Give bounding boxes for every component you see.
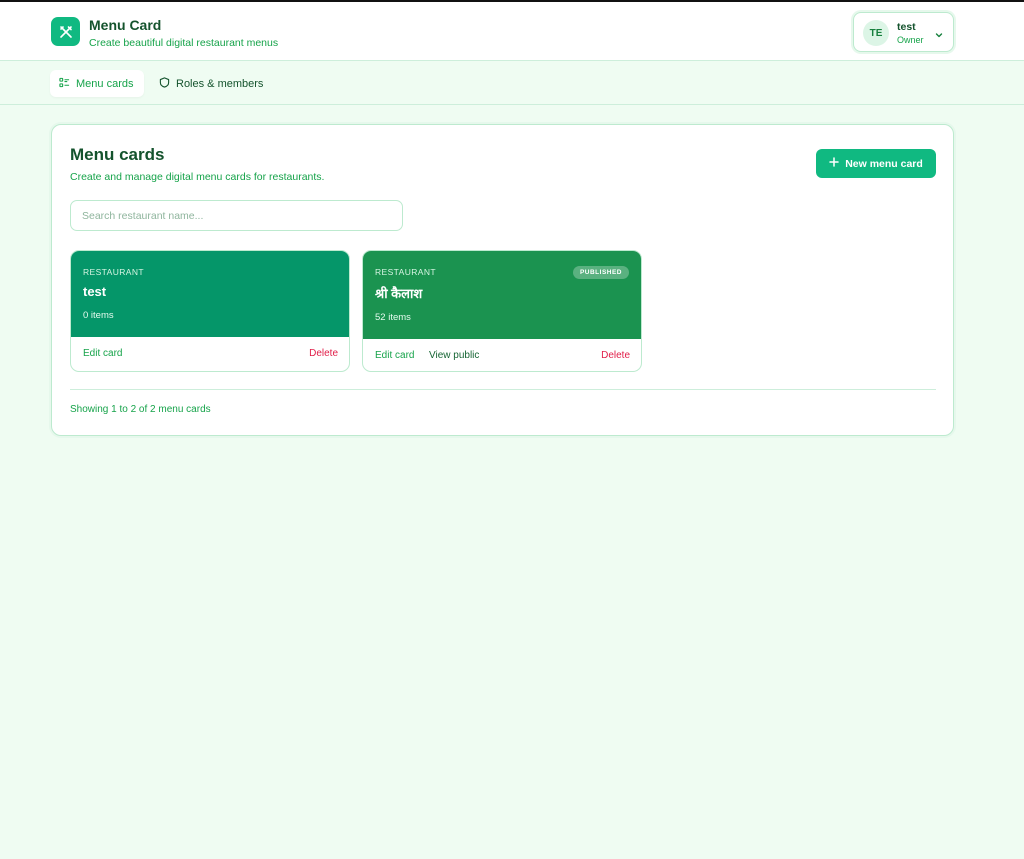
menu-card: RESTAURANT PUBLISHED श्री कैलाश 52 items… [362,250,642,372]
new-menu-card-label: New menu card [845,157,923,170]
tab-label: Menu cards [76,77,134,90]
main-nav: Menu cards Roles & members [0,61,1024,105]
utensils-icon[interactable] [51,17,80,46]
plus-icon [829,157,839,170]
card-actions: Edit card View public Delete [363,339,641,371]
restaurant-name: test [83,284,107,299]
edit-card-link[interactable]: Edit card [83,348,122,359]
tab-label: Roles & members [176,77,264,90]
tab-roles-members[interactable]: Roles & members [150,70,272,97]
avatar: TE [863,20,889,46]
delete-card-link[interactable]: Delete [309,348,338,359]
card-label: RESTAURANT [83,267,144,277]
status-badge: PUBLISHED [572,266,629,279]
new-menu-card-button[interactable]: New menu card [816,149,936,178]
app-title: Menu Card [89,17,162,33]
tab-menu-cards[interactable]: Menu cards [50,70,144,97]
card-label: RESTAURANT [375,267,436,277]
card-header: RESTAURANT test 0 items [71,251,349,337]
shield-icon [159,76,170,91]
page-title: Menu cards [70,145,165,164]
menu-card: RESTAURANT test 0 items Edit card Delete [70,250,350,372]
divider [70,389,936,390]
user-name: test [897,21,916,33]
edit-card-link[interactable]: Edit card [375,350,414,361]
menu-cards-panel: Menu cards Create and manage digital men… [51,124,954,436]
item-count: 52 items [375,312,411,323]
item-count: 0 items [83,310,114,321]
app-header: Menu Card Create beautiful digital resta… [0,2,1024,61]
pagination-summary: Showing 1 to 2 of 2 menu cards [70,404,211,415]
page-subtitle: Create and manage digital menu cards for… [70,171,325,183]
card-actions: Edit card Delete [71,337,349,371]
restaurant-name: श्री कैलाश [375,286,423,301]
app-subtitle: Create beautiful digital restaurant menu… [89,37,279,49]
user-role: Owner [897,35,924,45]
list-icon [59,77,70,91]
delete-card-link[interactable]: Delete [601,350,630,361]
chevron-down-icon [934,27,944,45]
view-public-link[interactable]: View public [429,350,479,361]
search-input[interactable] [70,200,403,231]
card-header: RESTAURANT PUBLISHED श्री कैलाश 52 items [363,251,641,339]
user-menu-button[interactable]: TE test Owner [853,12,954,52]
